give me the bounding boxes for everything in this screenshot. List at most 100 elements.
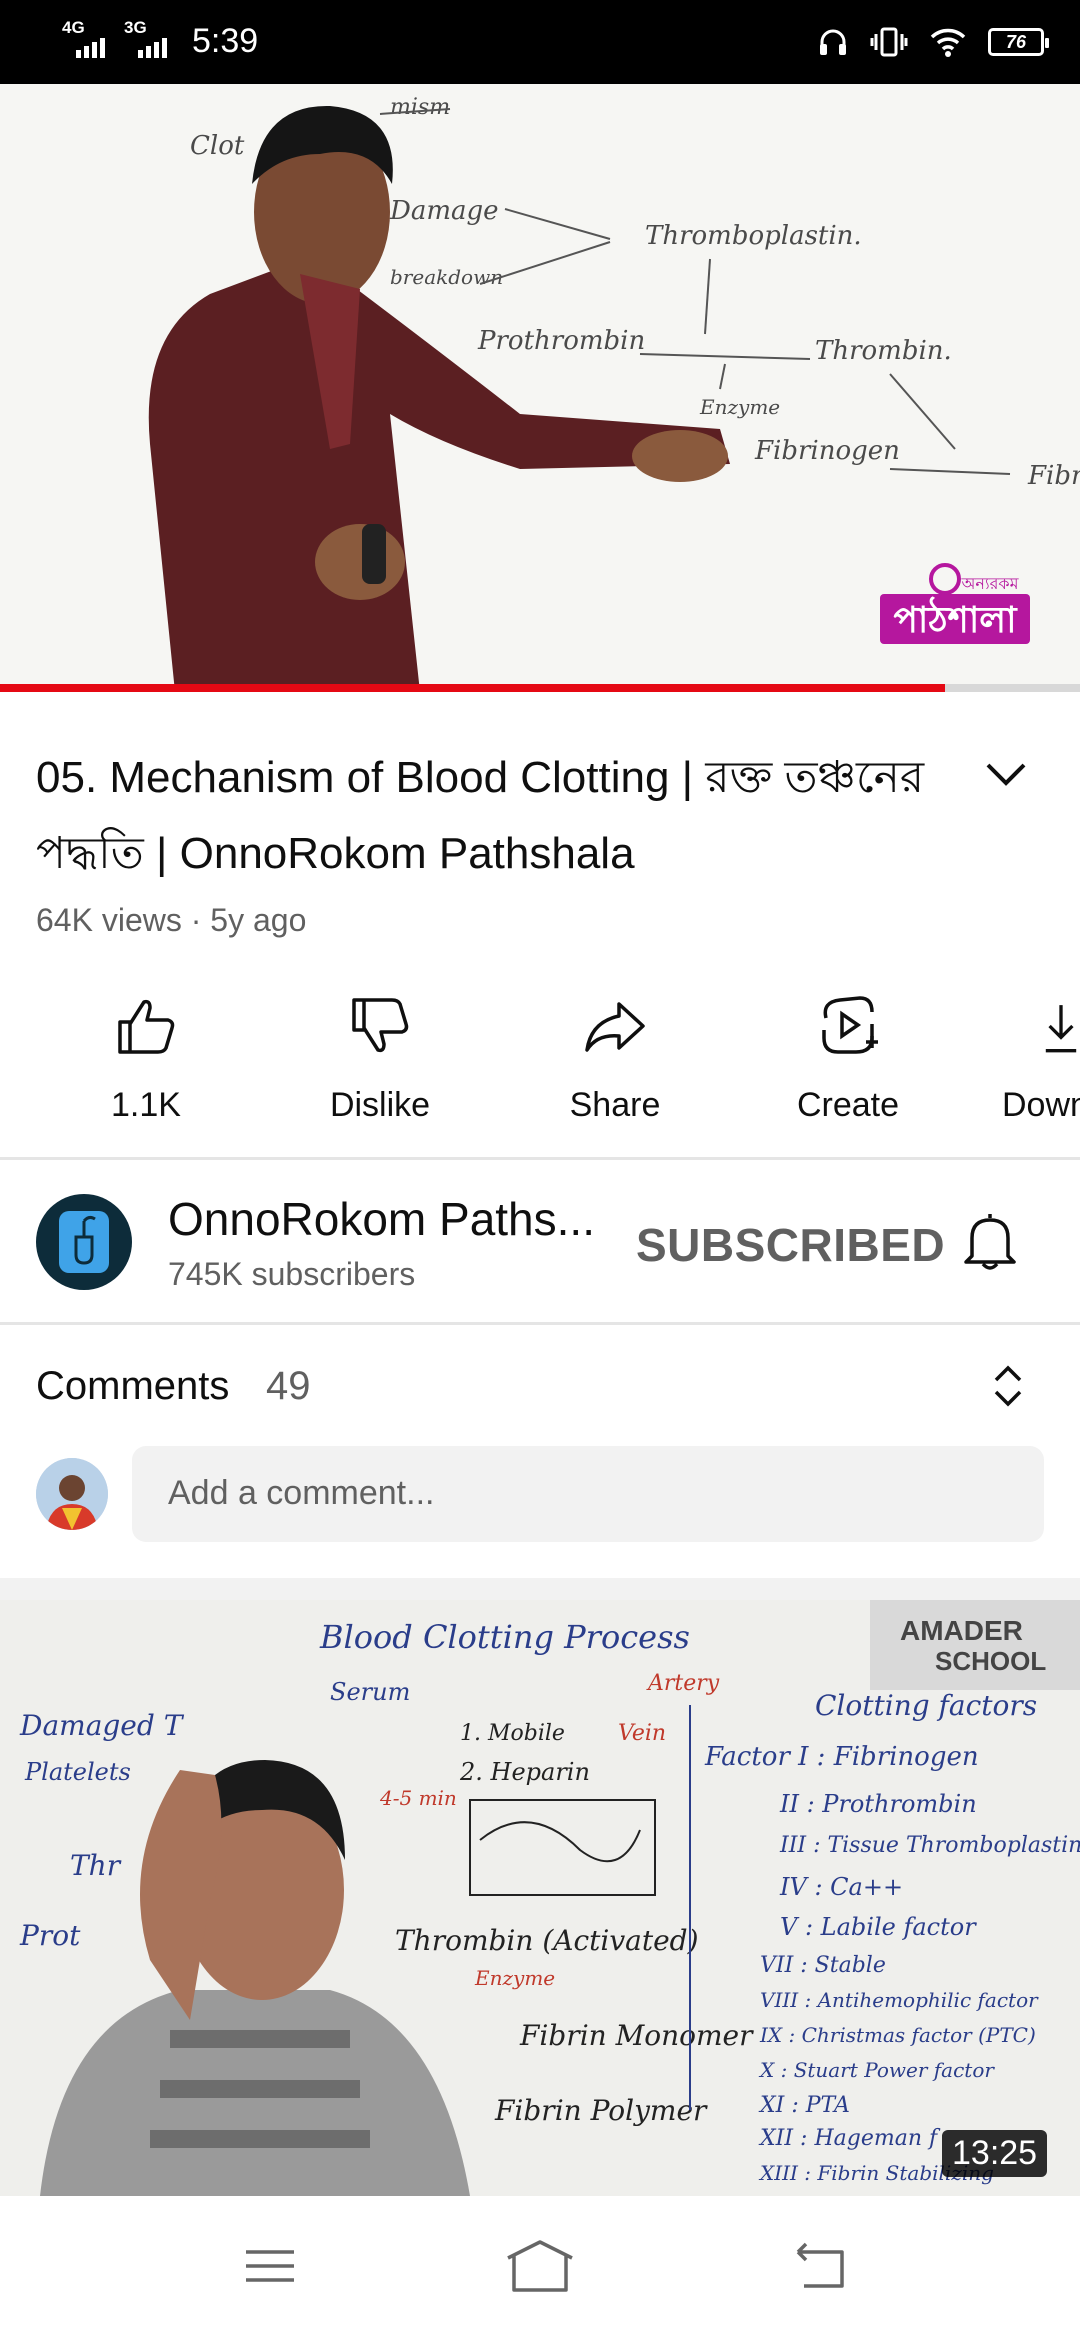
comments-count: 49 bbox=[266, 1364, 311, 1408]
next-video-thumbnail[interactable]: AMADER SCHOOL Blood Clotting Process Ser… bbox=[0, 1600, 1080, 2196]
board-text: XI : PTA bbox=[758, 2093, 850, 2118]
dislike-label: Dislike bbox=[329, 1086, 431, 1124]
video-title-block[interactable]: 05. Mechanism of Blood Clotting | রক্ত ত… bbox=[36, 740, 976, 892]
board-text: Damage bbox=[389, 196, 499, 226]
video-progress-fill bbox=[0, 684, 945, 692]
channel-subscribers: 745K subscribers bbox=[168, 1256, 416, 1292]
board-text: Fibr bbox=[1027, 461, 1080, 491]
board-text: Prothrombin bbox=[477, 326, 645, 356]
headphones-icon bbox=[820, 29, 846, 55]
chevron-down-icon bbox=[986, 763, 1026, 786]
create-clip-icon bbox=[822, 996, 878, 1054]
board-text: Damaged T bbox=[19, 1709, 185, 1742]
comment-placeholder: Add a comment... bbox=[168, 1474, 435, 1512]
board-text: 1. Mobile bbox=[460, 1721, 565, 1746]
expand-comments-button[interactable] bbox=[988, 1360, 1028, 1417]
subscribed-button[interactable]: SUBSCRIBED bbox=[636, 1218, 945, 1272]
thumbs-down-icon bbox=[352, 998, 409, 1053]
home-icon bbox=[507, 2240, 573, 2292]
video-progress-bar[interactable] bbox=[0, 684, 1080, 692]
board-text: Serum bbox=[330, 1678, 410, 1706]
chevron-up-down-icon bbox=[994, 1365, 1022, 1407]
battery-level: 76 bbox=[1005, 31, 1027, 52]
create-button[interactable]: Create bbox=[748, 988, 948, 1125]
board-text: Vein bbox=[618, 1721, 666, 1746]
network-type-1: 4G bbox=[62, 18, 85, 37]
board-text: Enzyme bbox=[474, 1966, 555, 1990]
dislike-button[interactable]: Dislike bbox=[280, 988, 480, 1125]
board-text: Enzyme bbox=[699, 395, 780, 419]
menu-nav-button[interactable] bbox=[240, 2236, 300, 2301]
channel-logo-icon bbox=[59, 1211, 109, 1273]
board-text: mism bbox=[390, 95, 450, 120]
comments-label[interactable]: Comments bbox=[36, 1364, 229, 1409]
back-arrow-icon bbox=[796, 2242, 844, 2288]
board-text: VIII : Antihemophilic factor bbox=[760, 1988, 1039, 2012]
status-left: 4G 3G 5:39 bbox=[62, 18, 258, 64]
board-text: III : Tissue Thromboplastin bbox=[779, 1833, 1080, 1858]
wifi-icon bbox=[930, 28, 966, 57]
board-text: Blood Clotting Process bbox=[319, 1618, 690, 1656]
share-button[interactable]: Share bbox=[515, 988, 715, 1125]
channel-name[interactable]: OnnoRokom Paths... bbox=[168, 1192, 595, 1246]
status-bar: 4G 3G 5:39 76 bbox=[0, 0, 1080, 84]
status-right: 76 bbox=[818, 22, 1049, 62]
download-label: Down bbox=[1002, 1086, 1080, 1124]
divider bbox=[0, 1322, 1080, 1325]
back-nav-button[interactable] bbox=[790, 2236, 850, 2301]
board-text: Artery bbox=[646, 1671, 720, 1696]
video-frame: Clot mism Damage breakdown Thromboplasti… bbox=[0, 84, 1080, 692]
share-arrow-icon bbox=[585, 1002, 645, 1052]
signal-4g-icon: 4G bbox=[62, 18, 114, 64]
watermark-text: অন্যরকম bbox=[961, 576, 1020, 593]
video-duration-badge: 13:25 bbox=[942, 2130, 1048, 2177]
video-player[interactable]: Clot mism Damage breakdown Thromboplasti… bbox=[0, 84, 1080, 692]
board-text: Fibrin Polymer bbox=[494, 2094, 708, 2127]
board-text: Platelets bbox=[24, 1758, 131, 1786]
channel-avatar[interactable] bbox=[36, 1194, 132, 1290]
next-video-frame: AMADER SCHOOL Blood Clotting Process Ser… bbox=[0, 1600, 1080, 2196]
battery-icon: 76 bbox=[988, 28, 1049, 56]
user-avatar bbox=[36, 1458, 108, 1530]
like-button[interactable]: 1.1K bbox=[46, 988, 246, 1125]
clock: 5:39 bbox=[192, 22, 259, 60]
board-text: Factor I : Fibrinogen bbox=[704, 1742, 979, 1772]
board-text: Thrombin (Activated) bbox=[395, 1924, 699, 1957]
board-text: VII : Stable bbox=[760, 1953, 886, 1978]
action-bar: 1.1K Dislike Share Create Down bbox=[0, 988, 1080, 1138]
add-comment-input[interactable]: Add a comment... bbox=[132, 1446, 1044, 1542]
board-text: Thrombin. bbox=[815, 336, 952, 366]
board-text: IX : Christmas factor (PTC) bbox=[759, 2023, 1036, 2047]
board-text: IV : Ca++ bbox=[779, 1873, 903, 1901]
like-count: 1.1K bbox=[111, 1086, 181, 1124]
board-text: Clot bbox=[190, 131, 245, 161]
vibrate-icon bbox=[870, 27, 908, 57]
thumbs-up-icon bbox=[118, 999, 175, 1054]
board-text: II : Prothrombin bbox=[779, 1790, 977, 1818]
board-text: Clotting factors bbox=[815, 1689, 1037, 1722]
watermark-word: পাঠশালা bbox=[893, 596, 1018, 640]
download-button[interactable]: Down bbox=[982, 988, 1080, 1125]
board-text: X : Stuart Power factor bbox=[758, 2058, 995, 2082]
signal-3g-icon: 3G bbox=[124, 18, 176, 64]
board-text: V : Labile factor bbox=[780, 1913, 977, 1941]
network-type-2: 3G bbox=[124, 18, 147, 37]
board-text: XII : Hageman f bbox=[758, 2126, 941, 2151]
board-text: Fibrinogen bbox=[754, 436, 900, 466]
bell-icon bbox=[964, 1214, 1016, 1270]
notification-bell-button[interactable] bbox=[960, 1208, 1020, 1277]
board-text: 4-5 min bbox=[379, 1786, 457, 1810]
section-separator bbox=[0, 1578, 1080, 1600]
board-text: Prot bbox=[19, 1919, 81, 1952]
board-text: breakdown bbox=[390, 265, 503, 289]
download-icon bbox=[1045, 1005, 1077, 1053]
video-title: 05. Mechanism of Blood Clotting | রক্ত ত… bbox=[36, 753, 925, 878]
brand-text: SCHOOL bbox=[935, 1646, 1046, 1676]
expand-description-button[interactable] bbox=[980, 755, 1032, 795]
hamburger-menu-icon bbox=[246, 2250, 294, 2282]
board-text: Thromboplastin. bbox=[645, 221, 862, 251]
board-text: 2. Heparin bbox=[459, 1758, 590, 1786]
home-nav-button[interactable] bbox=[504, 2236, 576, 2301]
share-label: Share bbox=[569, 1086, 661, 1124]
video-meta: 64K views · 5y ago bbox=[36, 902, 307, 938]
